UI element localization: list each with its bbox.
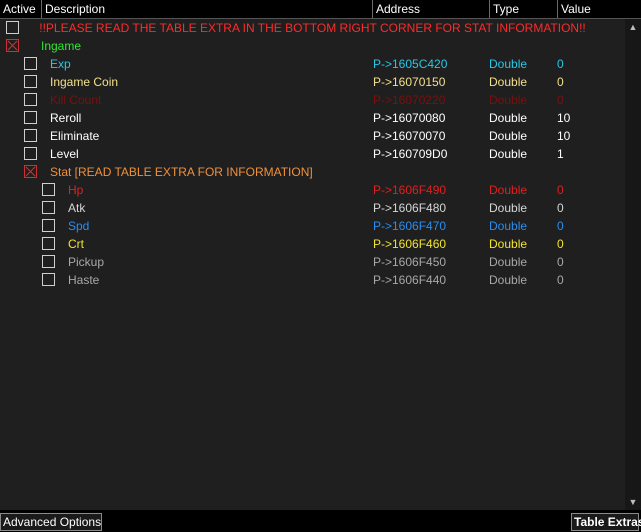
- row-description: Atk: [68, 201, 86, 215]
- row-value: 10: [557, 111, 571, 125]
- row-value: 0: [557, 255, 564, 269]
- row-value: 0: [557, 219, 564, 233]
- table-row[interactable]: Pickup P->1606F450 Double 0: [0, 253, 625, 271]
- group-label-ingame: Ingame: [41, 39, 82, 53]
- row-type: Double: [489, 273, 528, 287]
- table-row[interactable]: Hp P->1606F490 Double 0: [0, 181, 625, 199]
- table-row[interactable]: Eliminate P->16070070 Double 10: [0, 127, 625, 145]
- row-type: Double: [489, 111, 528, 125]
- row-checkbox[interactable]: [24, 111, 37, 124]
- group-label-stat: Stat [READ TABLE EXTRA FOR INFORMATION]: [50, 165, 313, 179]
- row-description: Ingame Coin: [50, 75, 119, 89]
- column-header: Active Description Address Type Value: [0, 0, 641, 19]
- column-value[interactable]: Value: [557, 0, 641, 18]
- row-value: 0: [557, 75, 564, 89]
- row-checkbox[interactable]: [42, 219, 55, 232]
- row-value: 1: [557, 147, 564, 161]
- row-description: Haste: [68, 273, 100, 287]
- row-value: 0: [557, 57, 564, 71]
- row-address: P->1605C420: [373, 57, 448, 71]
- column-address[interactable]: Address: [372, 0, 489, 18]
- scroll-down-arrow-icon[interactable]: ▼: [625, 494, 641, 510]
- row-type: Double: [489, 93, 528, 107]
- row-type: Double: [489, 201, 528, 215]
- row-description: Pickup: [68, 255, 105, 269]
- row-description: Kill Count: [50, 93, 102, 107]
- row-address: P->1606F470: [373, 219, 447, 233]
- row-value: 0: [557, 201, 564, 215]
- row-checkbox[interactable]: [24, 129, 37, 142]
- row-address: P->16070150: [373, 75, 446, 89]
- table-row[interactable]: Exp P->1605C420 Double 0: [0, 55, 625, 73]
- row-address: P->16070070: [373, 129, 446, 143]
- row-checkbox[interactable]: [42, 183, 55, 196]
- row-checkbox[interactable]: [42, 201, 55, 214]
- row-value: 0: [557, 183, 564, 197]
- row-address: P->1606F480: [373, 201, 447, 215]
- row-value: 10: [557, 129, 571, 143]
- banner-text: !!PLEASE READ THE TABLE EXTRA IN THE BOT…: [39, 21, 586, 35]
- row-type: Double: [489, 75, 528, 89]
- group-row-stat[interactable]: Stat [READ TABLE EXTRA FOR INFORMATION]: [0, 163, 625, 181]
- checkbox-ingame[interactable]: [6, 39, 19, 52]
- group-row-ingame[interactable]: Ingame: [0, 37, 625, 55]
- row-type: Double: [489, 129, 528, 143]
- row-address: P->1606F490: [373, 183, 447, 197]
- row-description: Reroll: [50, 111, 82, 125]
- row-address: P->160709D0: [373, 147, 448, 161]
- row-checkbox[interactable]: [42, 273, 55, 286]
- column-active[interactable]: Active: [0, 0, 41, 18]
- row-type: Double: [489, 57, 528, 71]
- table-row[interactable]: Atk P->1606F480 Double 0: [0, 199, 625, 217]
- table-row[interactable]: Ingame Coin P->16070150 Double 0: [0, 73, 625, 91]
- vertical-scrollbar[interactable]: ▲ ▼: [625, 19, 641, 510]
- row-description: Hp: [68, 183, 84, 197]
- row-checkbox[interactable]: [24, 57, 37, 70]
- row-checkbox[interactable]: [42, 255, 55, 268]
- table-row[interactable]: Level P->160709D0 Double 1: [0, 145, 625, 163]
- table-row[interactable]: Crt P->1606F460 Double 0: [0, 235, 625, 253]
- row-checkbox[interactable]: [24, 147, 37, 160]
- row-checkbox[interactable]: [24, 93, 37, 106]
- row-type: Double: [489, 183, 528, 197]
- row-description: Level: [50, 147, 79, 161]
- row-checkbox[interactable]: [24, 75, 37, 88]
- scroll-up-arrow-icon[interactable]: ▲: [625, 19, 641, 35]
- row-address: P->1606F450: [373, 255, 447, 269]
- table-row-banner[interactable]: !!PLEASE READ THE TABLE EXTRA IN THE BOT…: [0, 19, 625, 37]
- checkbox-stat[interactable]: [24, 165, 37, 178]
- row-type: Double: [489, 237, 528, 251]
- row-type: Double: [489, 219, 528, 233]
- table-row[interactable]: Reroll P->16070080 Double 10: [0, 109, 625, 127]
- table-row[interactable]: Haste P->1606F440 Double 0: [0, 271, 625, 289]
- row-description: Crt: [68, 237, 84, 251]
- footer-bar: Advanced Options Table Extras: [0, 510, 641, 532]
- row-description: Exp: [50, 57, 71, 71]
- column-description[interactable]: Description: [41, 0, 373, 18]
- row-type: Double: [489, 255, 528, 269]
- table-row[interactable]: Kill Count P->16070220 Double 0: [0, 91, 625, 109]
- row-checkbox[interactable]: [42, 237, 55, 250]
- advanced-options-button[interactable]: Advanced Options: [0, 513, 102, 531]
- row-address: P->16070220: [373, 93, 446, 107]
- row-address: P->16070080: [373, 111, 446, 125]
- row-value: 0: [557, 237, 564, 251]
- row-address: P->1606F440: [373, 273, 447, 287]
- row-address: P->1606F460: [373, 237, 447, 251]
- column-type[interactable]: Type: [489, 0, 557, 18]
- row-description: Spd: [68, 219, 90, 233]
- row-type: Double: [489, 147, 528, 161]
- row-description: Eliminate: [50, 129, 100, 143]
- row-value: 0: [557, 273, 564, 287]
- row-value: 0: [557, 93, 564, 107]
- cheat-table-list[interactable]: !!PLEASE READ THE TABLE EXTRA IN THE BOT…: [0, 19, 625, 510]
- table-extras-button[interactable]: Table Extras: [571, 513, 641, 531]
- table-row[interactable]: Spd P->1606F470 Double 0: [0, 217, 625, 235]
